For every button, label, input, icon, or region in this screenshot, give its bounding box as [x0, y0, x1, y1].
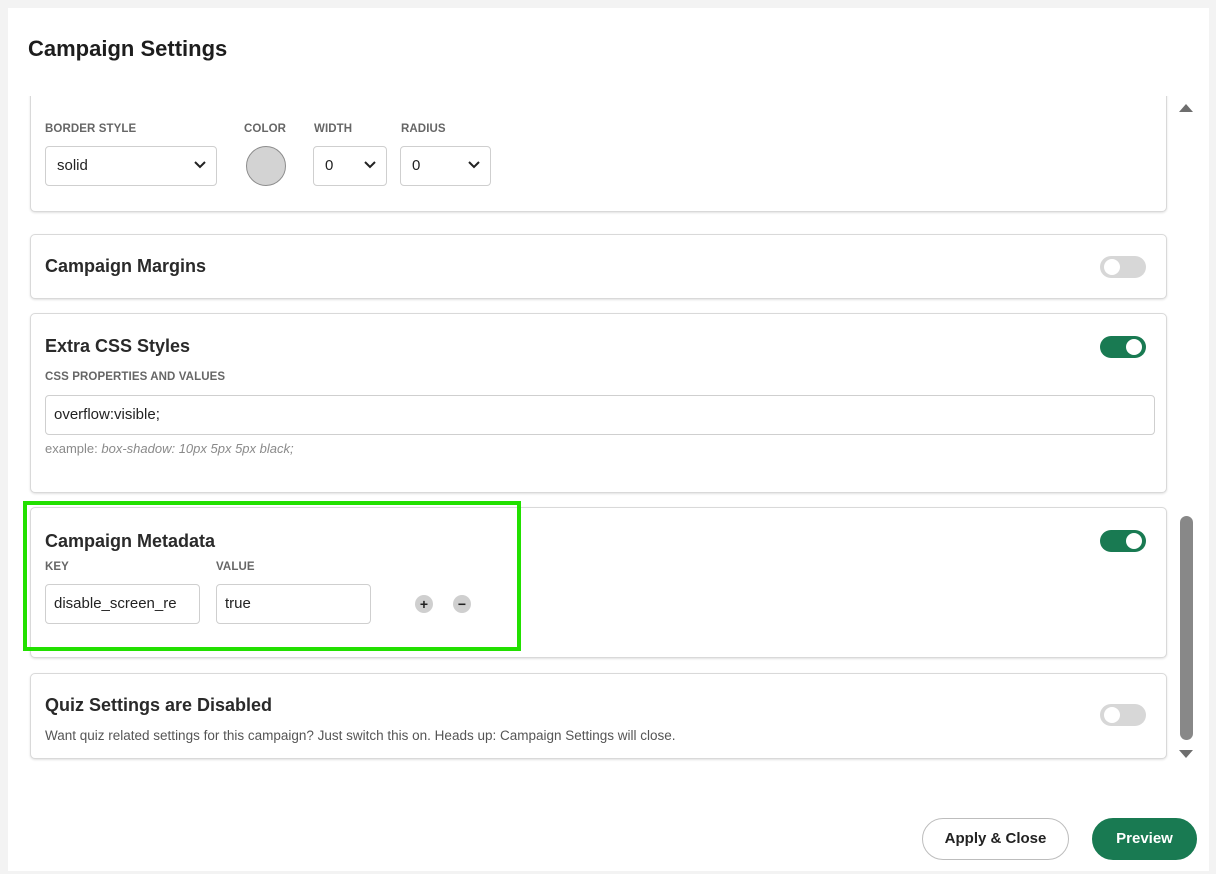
quiz-settings-card: Quiz Settings are Disabled Want quiz rel… — [30, 673, 1167, 759]
vertical-scrollbar[interactable] — [1174, 96, 1198, 768]
border-style-label: BORDER STYLE — [45, 123, 137, 135]
campaign-margins-card: Campaign Margins — [30, 234, 1167, 299]
color-label: COLOR — [244, 123, 287, 135]
remove-metadata-button[interactable]: − — [453, 595, 471, 613]
campaign-margins-toggle[interactable] — [1100, 256, 1146, 278]
chevron-down-icon — [194, 161, 206, 169]
scroll-down-arrow-icon[interactable] — [1179, 750, 1193, 758]
border-style-value: solid — [57, 157, 88, 174]
campaign-metadata-title: Campaign Metadata — [45, 531, 216, 551]
border-radius-select[interactable]: 0 — [400, 146, 491, 186]
toggle-knob — [1126, 339, 1142, 355]
apply-close-button[interactable]: Apply & Close — [922, 818, 1069, 860]
extra-css-title: Extra CSS Styles — [45, 336, 191, 356]
css-example-hint: example: box-shadow: 10px 5px 5px black; — [45, 441, 294, 456]
toggle-knob — [1126, 533, 1142, 549]
toggle-knob — [1104, 259, 1120, 275]
quiz-settings-description: Want quiz related settings for this camp… — [45, 728, 676, 743]
hint-example: box-shadow: 10px 5px 5px black; — [101, 441, 294, 456]
extra-css-card: Extra CSS Styles CSS PROPERTIES AND VALU… — [30, 313, 1167, 493]
border-width-value: 0 — [325, 157, 334, 174]
metadata-value-input[interactable]: true — [216, 584, 371, 624]
metadata-value-label: VALUE — [216, 561, 255, 573]
chevron-down-icon — [364, 161, 376, 169]
scrollbar-thumb[interactable] — [1180, 516, 1193, 740]
css-properties-label: CSS PROPERTIES AND VALUES — [45, 371, 226, 383]
metadata-key-input[interactable]: disable_screen_re — [45, 584, 200, 624]
preview-button[interactable]: Preview — [1092, 818, 1197, 860]
scroll-up-arrow-icon[interactable] — [1179, 104, 1193, 112]
width-label: WIDTH — [314, 123, 353, 135]
toggle-knob — [1104, 707, 1120, 723]
settings-scroll-area[interactable]: BORDER STYLE COLOR WIDTH RADIUS solid 0 … — [8, 96, 1209, 768]
chevron-down-icon — [468, 161, 480, 169]
campaign-settings-modal: Campaign Settings BORDER STYLE COLOR WID… — [8, 8, 1209, 871]
border-style-select[interactable]: solid — [45, 146, 217, 186]
css-properties-input[interactable]: overflow:visible; — [45, 395, 1155, 435]
radius-label: RADIUS — [401, 123, 446, 135]
quiz-settings-toggle[interactable] — [1100, 704, 1146, 726]
extra-css-toggle[interactable] — [1100, 336, 1146, 358]
metadata-key-label: KEY — [45, 561, 69, 573]
border-radius-value: 0 — [412, 157, 421, 174]
campaign-metadata-card: Campaign Metadata KEY VALUE disable_scre… — [30, 507, 1167, 658]
modal-title: Campaign Settings — [28, 36, 228, 61]
border-color-swatch[interactable] — [246, 146, 286, 186]
campaign-margins-title: Campaign Margins — [45, 256, 207, 276]
quiz-settings-title: Quiz Settings are Disabled — [45, 695, 273, 715]
hint-prefix: example: — [45, 441, 98, 456]
add-metadata-button[interactable]: + — [415, 595, 433, 613]
border-card: BORDER STYLE COLOR WIDTH RADIUS solid 0 … — [30, 96, 1167, 212]
campaign-metadata-toggle[interactable] — [1100, 530, 1146, 552]
border-width-select[interactable]: 0 — [313, 146, 387, 186]
